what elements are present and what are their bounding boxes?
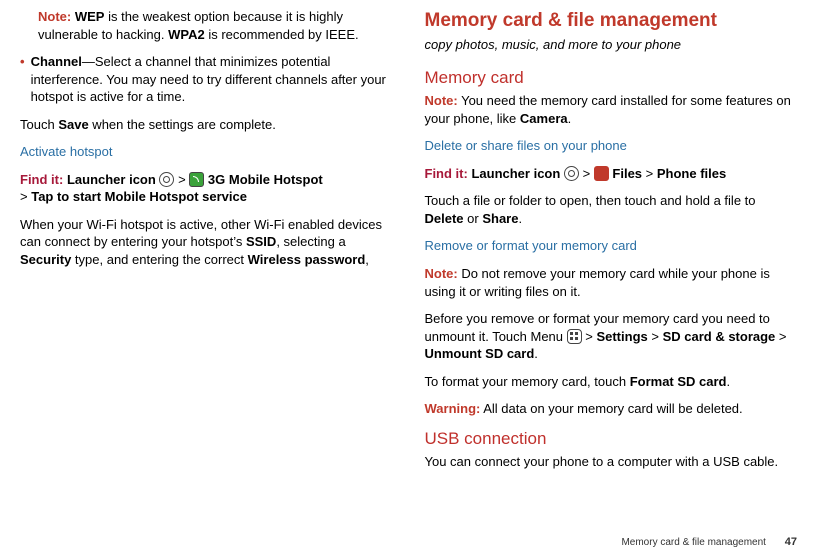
hotspot-icon — [189, 172, 204, 187]
launcher-label-2: Launcher icon — [471, 166, 560, 181]
right-column: Memory card & file management copy photo… — [409, 8, 798, 544]
wep-note-text-2: is recommended by IEEE. — [208, 27, 358, 42]
unmount-text: Before you remove or format your memory … — [425, 310, 798, 363]
launcher-label: Launcher icon — [67, 172, 156, 187]
note-label-2: Note: — [425, 93, 458, 108]
findit-label-2: Find it: — [425, 166, 468, 181]
touch-save: Touch Save when the settings are complet… — [20, 116, 389, 134]
findit-hotspot: Find it: Launcher icon > 3G Mobile Hotsp… — [20, 171, 389, 206]
hotspot-label: 3G Mobile Hotspot — [208, 172, 323, 187]
channel-text: Channel—Select a channel that minimizes … — [31, 53, 389, 106]
tf-1: Touch a file or folder to open, then tou… — [425, 193, 756, 208]
gt-2: > — [20, 189, 28, 204]
remove-note: Note: Do not remove your memory card whi… — [425, 265, 798, 300]
um-end: . — [534, 346, 538, 361]
memory-card-heading: Memory card — [425, 67, 798, 90]
bullet-icon: • — [20, 53, 25, 116]
page: Note: WEP is the weakest option because … — [0, 0, 817, 558]
wep-bold: WEP — [75, 9, 105, 24]
unmount-bold: Unmount SD card — [425, 346, 535, 361]
section-tagline: copy photos, music, and more to your pho… — [425, 36, 798, 54]
findit-files: Find it: Launcher icon > Files > Phone f… — [425, 165, 798, 183]
warning-text: Warning: All data on your memory card wi… — [425, 400, 798, 418]
left-column: Note: WEP is the weakest option because … — [20, 8, 409, 544]
menu-icon — [567, 329, 582, 344]
note-label: Note: — [38, 9, 71, 24]
format-bold: Format SD card — [630, 374, 727, 389]
files-label: Files — [612, 166, 642, 181]
usb-heading: USB connection — [425, 428, 798, 451]
security-bold: Security — [20, 252, 71, 267]
memory-card-note: Note: You need the memory card installed… — [425, 92, 798, 127]
wpass-bold: Wireless password — [248, 252, 366, 267]
launcher-icon — [159, 172, 174, 187]
note-label-3: Note: — [425, 266, 458, 281]
um-gt3: > — [775, 329, 786, 344]
fmt-1: To format your memory card, touch — [425, 374, 630, 389]
wpa2-bold: WPA2 — [168, 27, 205, 42]
sdstorage-bold: SD card & storage — [663, 329, 776, 344]
camera-bold: Camera — [520, 111, 568, 126]
settings-bold: Settings — [596, 329, 647, 344]
hp-3: type, and entering the correct — [71, 252, 247, 267]
page-number: 47 — [785, 536, 797, 548]
remove-note-body: Do not remove your memory card while you… — [425, 266, 770, 299]
activate-hotspot-heading: Activate hotspot — [20, 143, 389, 161]
phone-files-label: Phone files — [657, 166, 726, 181]
tf-mid: or — [464, 211, 483, 226]
share-bold: Share — [482, 211, 518, 226]
page-footer: Memory card & file management 47 — [621, 535, 797, 550]
warning-label: Warning: — [425, 401, 481, 416]
remove-format-heading: Remove or format your memory card — [425, 237, 798, 255]
touch-file-text: Touch a file or folder to open, then tou… — [425, 192, 798, 227]
touch-save-2: when the settings are complete. — [89, 117, 276, 132]
channel-bullet: • Channel—Select a channel that minimize… — [20, 53, 389, 116]
format-text: To format your memory card, touch Format… — [425, 373, 798, 391]
hp-2: , selecting a — [276, 234, 345, 249]
section-title: Memory card & file management — [425, 8, 798, 34]
mc-note-1: You need the memory card installed for s… — [425, 93, 791, 126]
delete-share-heading: Delete or share files on your phone — [425, 137, 798, 155]
usb-body: You can connect your phone to a computer… — [425, 453, 798, 471]
touch-save-1: Touch — [20, 117, 58, 132]
channel-body: —Select a channel that minimizes potenti… — [31, 54, 386, 104]
warning-body: All data on your memory card will be del… — [480, 401, 742, 416]
footer-text: Memory card & file management — [621, 537, 766, 548]
tf-end: . — [518, 211, 522, 226]
files-icon — [594, 166, 609, 181]
gt-1: > — [178, 172, 186, 187]
tap-start-label: Tap to start Mobile Hotspot service — [31, 189, 247, 204]
findit-label: Find it: — [20, 172, 63, 187]
um-gt1: > — [582, 329, 597, 344]
hp-end: , — [365, 252, 369, 267]
ssid-bold: SSID — [246, 234, 276, 249]
wep-note: Note: WEP is the weakest option because … — [38, 8, 389, 43]
channel-bold: Channel — [31, 54, 82, 69]
save-bold: Save — [58, 117, 88, 132]
um-gt2: > — [648, 329, 663, 344]
launcher-icon-2 — [564, 166, 579, 181]
fmt-end: . — [727, 374, 731, 389]
hotspot-connect-text: When your Wi-Fi hotspot is active, other… — [20, 216, 389, 269]
delete-bold: Delete — [425, 211, 464, 226]
mc-note-end: . — [568, 111, 572, 126]
